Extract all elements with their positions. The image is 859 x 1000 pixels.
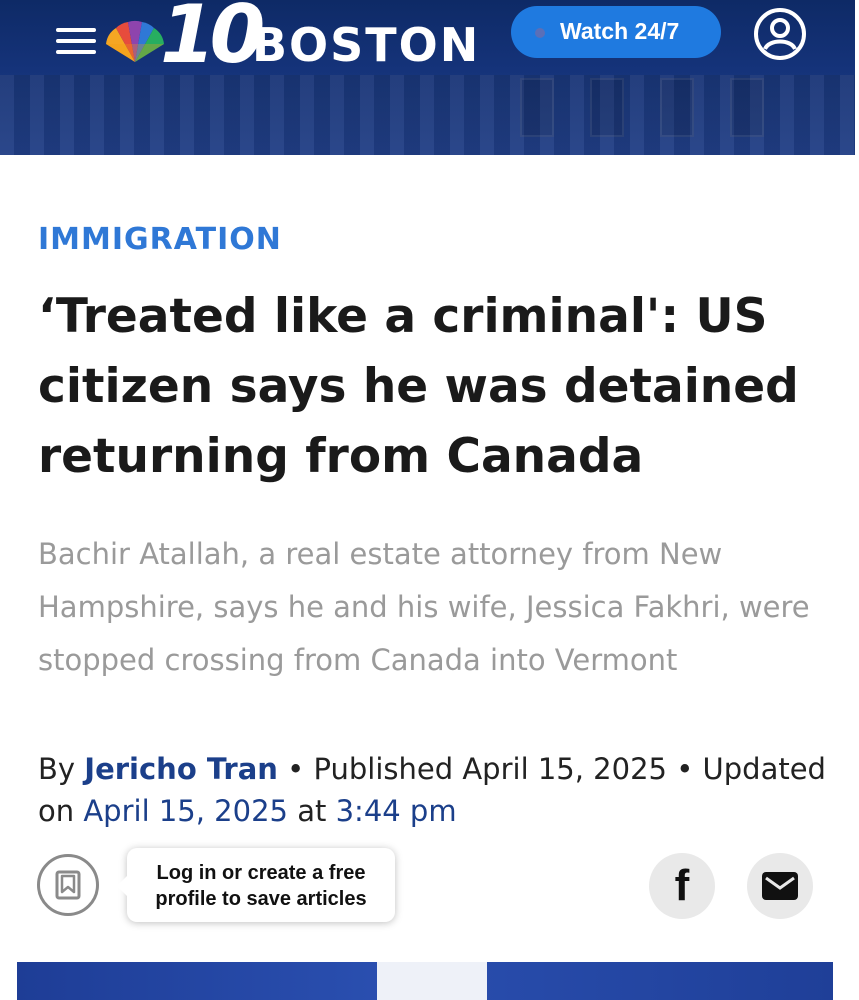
watch-live-button[interactable]: Watch 24/7 bbox=[511, 6, 721, 58]
save-article-button[interactable] bbox=[37, 854, 99, 916]
article-headline: ‘Treated like a criminal': US citizen sa… bbox=[38, 289, 799, 484]
logo-channel-number[interactable]: 10 bbox=[160, 0, 265, 81]
byline-at: at bbox=[297, 794, 327, 828]
header-background-window bbox=[660, 78, 694, 137]
logo-city-name[interactable]: BOSTON bbox=[252, 18, 480, 72]
site-header: 10 BOSTON Watch 24/7 bbox=[0, 0, 855, 155]
header-background-window bbox=[730, 78, 764, 137]
byline-updated-date: April 15, 2025 bbox=[83, 794, 288, 828]
article-category[interactable]: IMMIGRATION bbox=[38, 222, 282, 257]
header-background-window bbox=[520, 78, 554, 137]
article-byline: By Jericho Tran • Published April 15, 20… bbox=[38, 748, 828, 832]
watch-live-label: Watch 24/7 bbox=[560, 18, 680, 44]
header-background-image bbox=[0, 75, 855, 155]
byline-updated-time: 3:44 pm bbox=[335, 794, 457, 828]
email-icon bbox=[762, 872, 798, 900]
user-profile-icon[interactable] bbox=[753, 7, 807, 61]
hamburger-menu-icon[interactable] bbox=[56, 28, 96, 54]
facebook-icon: f bbox=[674, 861, 690, 910]
hero-image-detail bbox=[377, 962, 487, 1000]
share-facebook-button[interactable]: f bbox=[649, 853, 715, 919]
share-email-button[interactable] bbox=[747, 853, 813, 919]
byline-separator: • bbox=[287, 752, 305, 786]
save-article-tooltip: Log in or create a free profile to save … bbox=[117, 848, 395, 922]
tooltip-text: Log in or create a free profile to save … bbox=[155, 862, 367, 910]
byline-by: By bbox=[38, 752, 76, 786]
byline-published: Published April 15, 2025 bbox=[313, 752, 667, 786]
bookmark-icon bbox=[55, 870, 81, 900]
byline-author-link[interactable]: Jericho Tran bbox=[84, 752, 278, 786]
header-background-window bbox=[590, 78, 624, 137]
byline-separator: • bbox=[676, 752, 694, 786]
article-hero-image bbox=[17, 962, 833, 1000]
live-dot-icon bbox=[535, 28, 545, 38]
article-subheadline: Bachir Atallah, a real estate attorney f… bbox=[38, 537, 810, 677]
